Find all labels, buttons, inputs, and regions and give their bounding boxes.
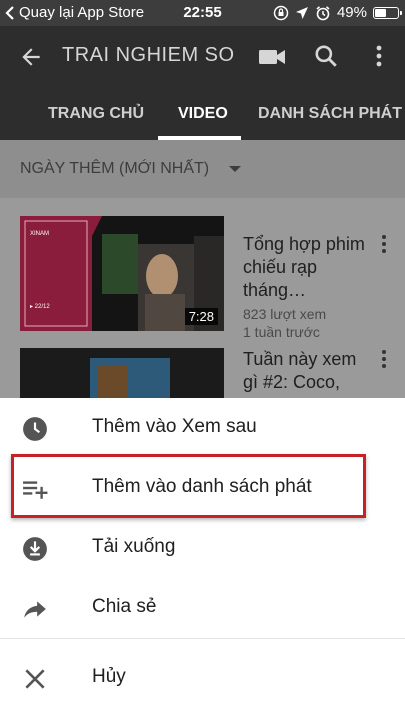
more-vert-icon[interactable] (373, 43, 385, 69)
battery-icon (373, 6, 402, 19)
action-sheet: Thêm vào Xem sau Thêm vào danh sách phát… (0, 398, 405, 720)
option-label: Chia sẻ (92, 596, 157, 617)
channel-title: TRAI NGHIEM SO (62, 44, 235, 66)
video-duration: 7:28 (184, 308, 218, 325)
video-more-icon[interactable] (375, 234, 393, 254)
option-label: Thêm vào Xem sau (92, 416, 257, 437)
video-thumbnail[interactable] (20, 348, 224, 398)
sort-filter[interactable]: NGÀY THÊM (MỚI NHẤT) (0, 140, 405, 198)
video-camera-icon[interactable] (258, 46, 286, 68)
share-icon (24, 601, 46, 618)
cancel-option[interactable]: Hủy (0, 648, 405, 708)
tab-video[interactable]: VIDEO (178, 105, 228, 123)
tab-home[interactable]: TRANG CHỦ (48, 105, 144, 123)
clock-icon (23, 417, 47, 441)
search-icon[interactable] (313, 43, 339, 69)
add-to-playlist-option[interactable]: Thêm vào danh sách phát (0, 458, 405, 518)
alarm-icon (316, 5, 330, 20)
thumbnail-badge: ▸ 22/12 (30, 304, 50, 310)
dropdown-caret-icon (229, 166, 241, 172)
video-more-icon[interactable] (375, 349, 393, 369)
back-icon[interactable] (18, 44, 44, 70)
tab-bar: TRANG CHỦ VIDEO DANH SÁCH PHÁT (0, 88, 405, 140)
option-label: Tải xuống (92, 536, 176, 557)
watch-later-option[interactable]: Thêm vào Xem sau (0, 398, 405, 458)
video-age: 1 tuần trước (243, 324, 320, 340)
share-option[interactable]: Chia sẻ (0, 578, 405, 638)
sort-label: NGÀY THÊM (MỚI NHẤT) (20, 160, 210, 177)
sheet-divider (0, 638, 405, 639)
battery-percent: 49% (336, 4, 367, 21)
app-bar: TRAI NGHIEM SO (0, 26, 405, 88)
video-title[interactable]: Tổng hợp phim chiếu rạp tháng… (243, 233, 373, 302)
option-label: Thêm vào danh sách phát (92, 476, 312, 497)
thumbnail-image (20, 348, 224, 398)
close-icon (25, 669, 45, 689)
status-bar: Quay lại App Store 22:55 49% (0, 0, 405, 26)
download-icon (23, 537, 47, 561)
video-views: 823 lượt xem (243, 306, 327, 322)
orientation-lock-icon (273, 5, 289, 20)
video-list: XINAM ▸ 22/12 7:28 Tổng hợp phim chiếu r… (0, 198, 405, 398)
download-option[interactable]: Tải xuống (0, 518, 405, 578)
thumbnail-caption: XINAM (30, 231, 50, 237)
playlist-add-icon (23, 481, 48, 499)
location-icon (295, 6, 308, 19)
tab-playlists[interactable]: DANH SÁCH PHÁT (258, 105, 402, 123)
option-label: Hủy (92, 666, 126, 687)
video-thumbnail[interactable]: XINAM ▸ 22/12 7:28 (20, 216, 224, 331)
video-title[interactable]: Tuần này xem gì #2: Coco, (243, 348, 373, 394)
